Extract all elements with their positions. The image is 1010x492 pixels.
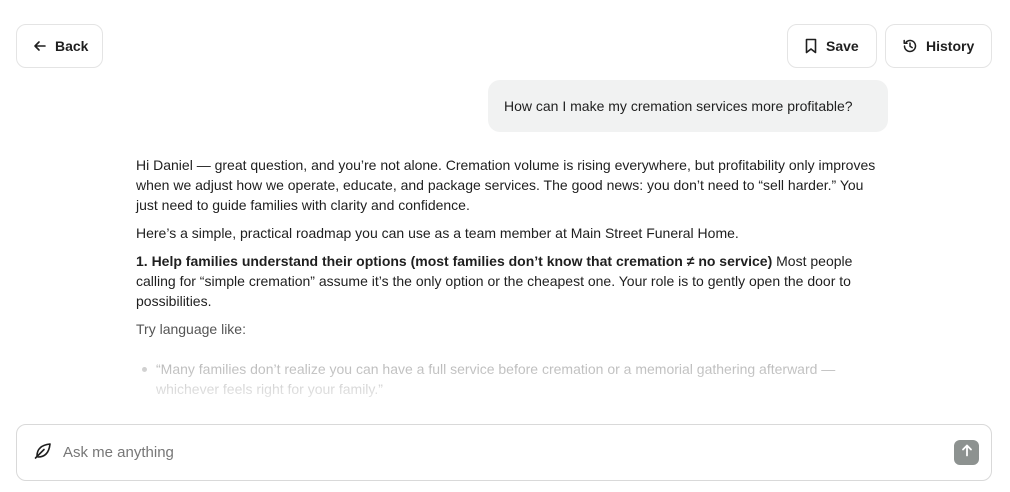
arrow-up-icon <box>961 444 973 462</box>
back-label: Back <box>55 38 89 54</box>
answer-intro: Hi Daniel — great question, and you’re n… <box>136 157 876 213</box>
answer-point-1: 1. Help families understand their option… <box>136 251 876 311</box>
back-button[interactable]: Back <box>16 24 103 68</box>
chat-input[interactable] <box>63 444 954 461</box>
example-list: “Many families don’t realize you can hav… <box>136 359 876 399</box>
try-language-label: Try language like: <box>136 321 246 337</box>
assistant-answer: Hi Daniel — great question, and you’re n… <box>136 155 876 399</box>
answer-roadmap: Here’s a simple, practical roadmap you c… <box>136 225 739 241</box>
history-icon <box>902 38 918 54</box>
composer[interactable] <box>16 424 992 481</box>
bookmark-icon <box>804 38 818 54</box>
point-1-heading: 1. Help families understand their option… <box>136 253 773 269</box>
history-label: History <box>926 38 975 54</box>
list-item: “Many families don’t realize you can hav… <box>136 359 876 399</box>
history-button[interactable]: History <box>885 24 992 68</box>
send-button[interactable] <box>954 440 979 465</box>
save-button[interactable]: Save <box>787 24 877 68</box>
save-label: Save <box>826 38 859 54</box>
arrow-left-icon <box>33 39 47 53</box>
leaf-icon <box>33 440 53 465</box>
user-message-bubble: How can I make my cremation services mor… <box>488 80 888 132</box>
user-message-text: How can I make my cremation services mor… <box>504 98 853 114</box>
